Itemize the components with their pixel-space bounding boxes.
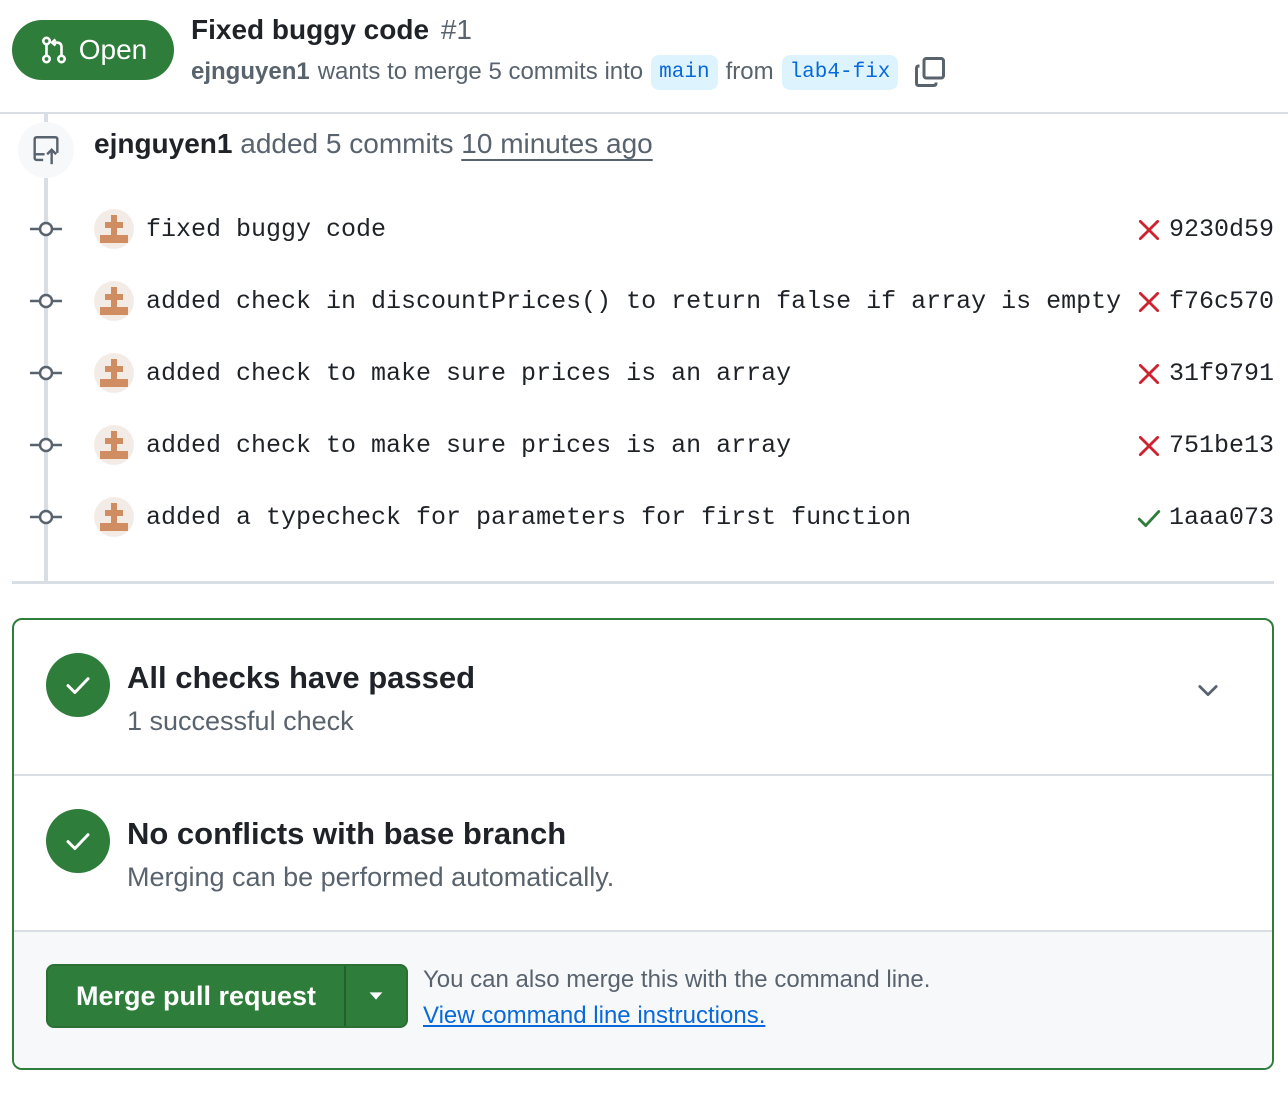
timeline-event: ejnguyen1 added 5 commits 10 minutes ago — [94, 128, 653, 160]
pr-title-text: Fixed buggy code — [191, 14, 430, 45]
event-author-link[interactable]: ejnguyen1 — [94, 128, 232, 159]
git-commit-icon — [30, 509, 62, 525]
commit-row: added check to make sure prices is an ar… — [0, 348, 1288, 398]
commit-message-link[interactable]: added check to make sure prices is an ar… — [146, 359, 791, 388]
timeline-divider — [12, 581, 1274, 584]
chevron-down-icon[interactable] — [1194, 676, 1222, 704]
commit-sha-link[interactable]: 751be13 — [1169, 431, 1274, 460]
merge-method-dropdown-button[interactable] — [346, 966, 406, 1026]
avatar[interactable] — [94, 281, 134, 321]
triangle-down-icon — [369, 992, 383, 1000]
checks-title: All checks have passed — [127, 660, 476, 695]
event-time-link[interactable]: 10 minutes ago — [461, 128, 652, 159]
git-commit-icon — [30, 221, 62, 237]
checks-status-badge — [46, 653, 110, 717]
conflicts-section: No conflicts with base branch Merging ca… — [14, 776, 1272, 932]
check-icon — [66, 677, 90, 694]
pr-title: Fixed buggy code #1 — [191, 14, 472, 46]
commit-sha-link[interactable]: f76c570 — [1169, 287, 1274, 316]
commit-sha-link[interactable]: 9230d59 — [1169, 215, 1274, 244]
git-commit-icon — [30, 365, 62, 381]
commit-sha-link[interactable]: 1aaa073 — [1169, 503, 1274, 532]
avatar[interactable] — [94, 497, 134, 537]
merge-pull-request-button[interactable]: Merge pull request — [48, 966, 346, 1026]
pr-merge-text: wants to merge 5 commits into — [317, 58, 644, 85]
commit-message-link[interactable]: added check in discountPrices() to retur… — [146, 287, 1121, 316]
merge-hint-text: You can also merge this with the command… — [423, 966, 931, 993]
pr-header: Open Fixed buggy code #1 ejnguyen1 wants… — [0, 0, 1288, 114]
checks-subtitle: 1 successful check — [127, 706, 354, 736]
pr-from-text: from — [725, 58, 774, 85]
avatar[interactable] — [94, 425, 134, 465]
x-icon[interactable] — [1136, 361, 1162, 387]
conflicts-title: No conflicts with base branch — [127, 816, 567, 851]
x-icon[interactable] — [1136, 433, 1162, 459]
pr-number: #1 — [440, 14, 472, 45]
merge-actions: Merge pull request You can also merge th… — [14, 932, 1272, 1068]
commit-row: added check to make sure prices is an ar… — [0, 420, 1288, 470]
git-commit-icon — [30, 437, 62, 453]
pr-state-badge: Open — [12, 20, 174, 80]
repo-push-icon — [33, 136, 59, 165]
command-line-instructions-link[interactable]: View command line instructions. — [423, 1002, 765, 1030]
check-icon[interactable] — [1136, 505, 1162, 531]
conflicts-subtitle: Merging can be performed automatically. — [127, 862, 615, 892]
commit-message-link[interactable]: added a typecheck for parameters for fir… — [146, 503, 911, 532]
x-icon[interactable] — [1136, 217, 1162, 243]
pr-state-label: Open — [78, 34, 148, 65]
commit-row: added a typecheck for parameters for fir… — [0, 492, 1288, 542]
pr-author-link[interactable]: ejnguyen1 — [191, 58, 310, 86]
head-branch-label[interactable]: lab4-fix — [781, 54, 899, 90]
check-icon — [66, 833, 90, 850]
git-commit-icon — [30, 293, 62, 309]
merge-button-group: Merge pull request — [46, 964, 408, 1028]
merge-box: All checks have passed 1 successful chec… — [12, 618, 1274, 1070]
git-pull-request-icon — [41, 36, 66, 64]
copy-icon[interactable] — [912, 54, 948, 90]
avatar[interactable] — [94, 209, 134, 249]
commit-row: fixed buggy code 9230d59 — [0, 204, 1288, 254]
pr-meta: ejnguyen1 wants to merge 5 commits into … — [191, 52, 948, 92]
commit-row: added check in discountPrices() to retur… — [0, 276, 1288, 326]
commit-message-link[interactable]: added check to make sure prices is an ar… — [146, 431, 791, 460]
avatar[interactable] — [94, 353, 134, 393]
x-icon[interactable] — [1136, 289, 1162, 315]
commit-message-link[interactable]: fixed buggy code — [146, 215, 386, 244]
checks-section[interactable]: All checks have passed 1 successful chec… — [14, 620, 1272, 776]
base-branch-label[interactable]: main — [651, 54, 718, 90]
conflicts-status-badge — [46, 809, 110, 873]
commit-sha-link[interactable]: 31f9791 — [1169, 359, 1274, 388]
event-action: added 5 commits — [240, 128, 454, 159]
timeline-badge — [18, 122, 74, 178]
